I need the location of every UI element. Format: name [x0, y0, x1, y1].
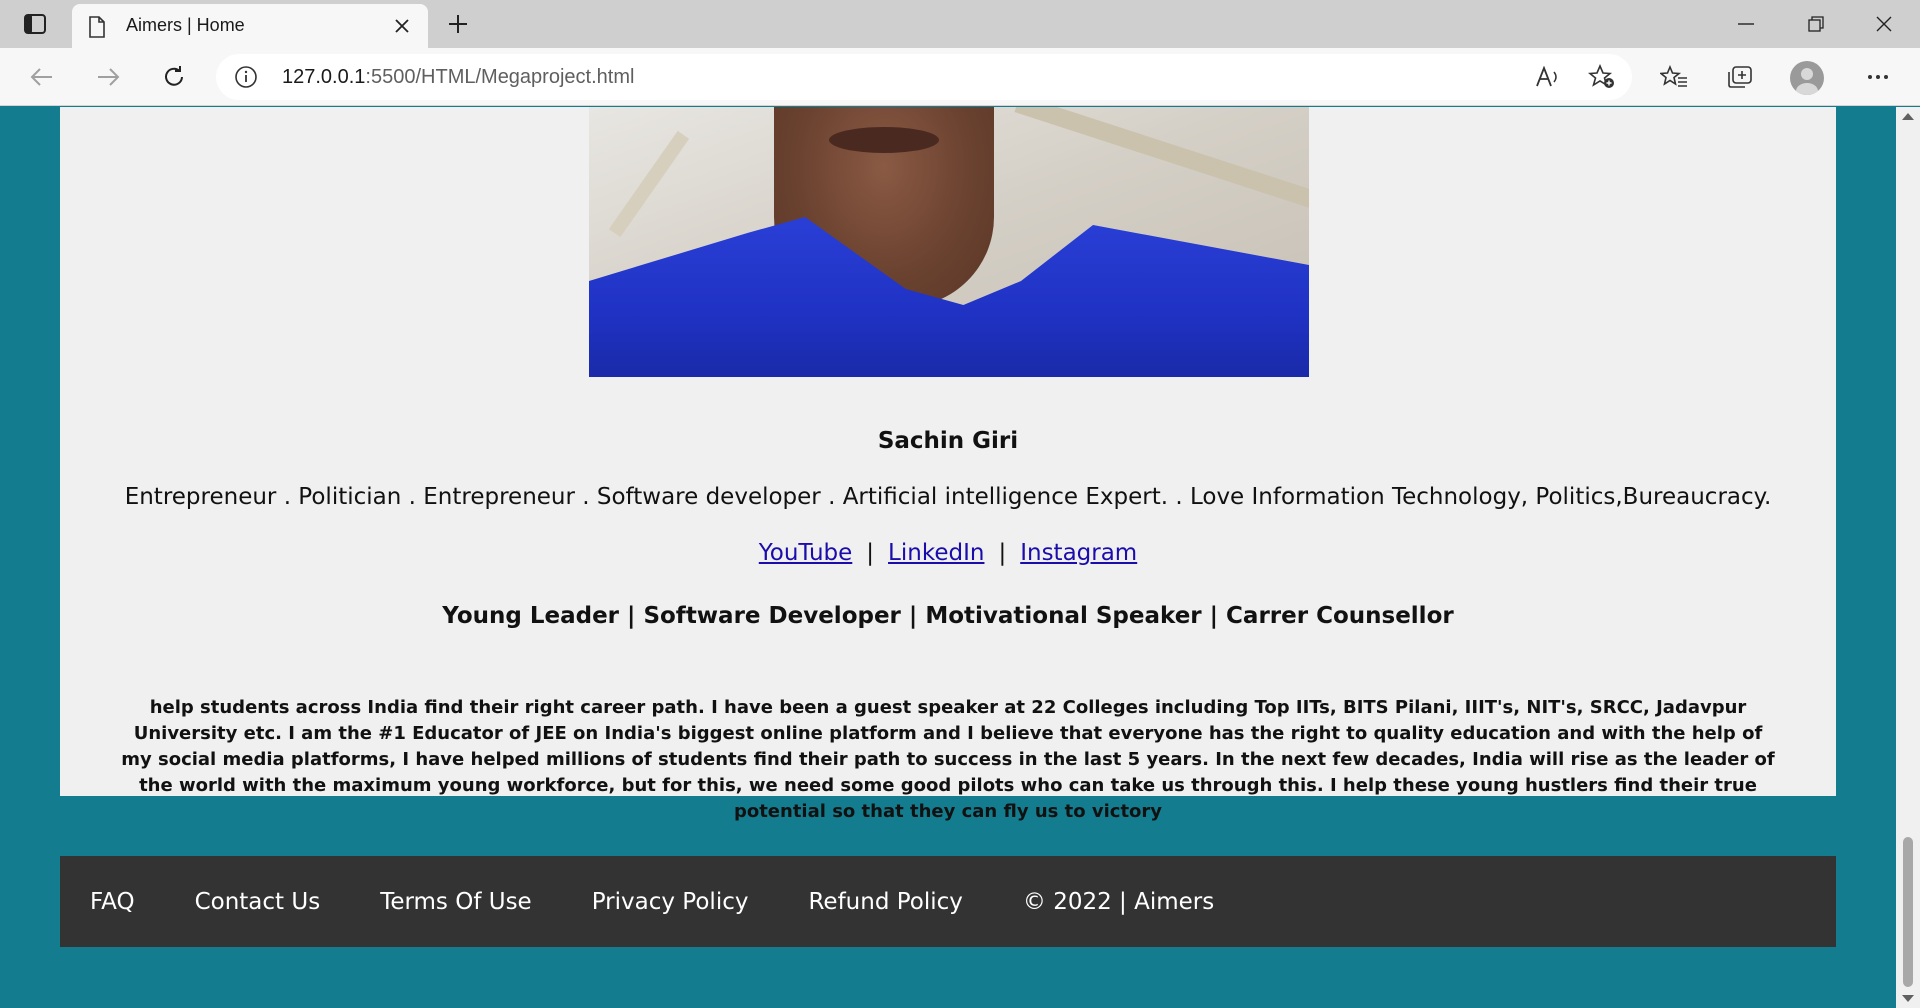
sidebar-icon[interactable] — [20, 11, 50, 37]
restore-icon[interactable] — [1794, 8, 1838, 40]
profile-bio: help students across India find their ri… — [121, 697, 1775, 822]
profile-photo — [589, 107, 1309, 377]
profile-name: Sachin Giri — [877, 428, 1019, 454]
url-path: :5500/HTML/Megaproject.html — [365, 66, 635, 88]
profile-card: Sachin Giri Entrepreneur . Politician . … — [60, 107, 1836, 822]
tab-title: Aimers | Home — [126, 15, 245, 35]
forward-icon[interactable] — [90, 59, 126, 95]
youtube-link[interactable]: YouTube — [759, 540, 853, 566]
url-host: 127.0.0.1 — [282, 66, 366, 88]
close-icon[interactable] — [388, 12, 416, 40]
vertical-scrollbar[interactable] — [1896, 107, 1920, 1008]
linkedin-link[interactable]: LinkedIn — [888, 540, 984, 566]
url-text: 127.0.0.1:5500/HTML/Megaproject.html — [282, 66, 634, 89]
instagram-link[interactable]: Instagram — [1020, 540, 1137, 566]
scroll-up-icon[interactable] — [1902, 113, 1914, 120]
url-field[interactable]: 127.0.0.1:5500/HTML/Megaproject.html — [216, 54, 1632, 100]
profile-icon[interactable] — [1790, 61, 1824, 95]
collections-icon[interactable] — [1722, 59, 1758, 95]
tab-bar: Aimers | Home — [0, 0, 1920, 48]
site-footer: FAQ Contact Us Terms Of Use Privacy Poli… — [60, 856, 1836, 947]
minimize-icon[interactable] — [1724, 8, 1768, 40]
scroll-thumb[interactable] — [1903, 837, 1913, 987]
address-bar: 127.0.0.1:5500/HTML/Megaproject.html — [0, 48, 1920, 106]
add-favorite-icon[interactable] — [1584, 59, 1620, 95]
info-icon[interactable] — [234, 65, 258, 89]
link-separator: | — [998, 540, 1007, 566]
footer-link-terms-of-use[interactable]: Terms Of Use — [380, 889, 532, 915]
read-aloud-icon[interactable] — [1530, 59, 1566, 95]
more-icon[interactable] — [1860, 59, 1896, 95]
profile-tagline: Young Leader | Software Developer | Moti… — [442, 603, 1454, 629]
link-separator: | — [866, 540, 875, 566]
scroll-down-icon[interactable] — [1902, 995, 1914, 1002]
social-links: YouTube | LinkedIn | Instagram — [60, 540, 1836, 566]
favorites-icon[interactable] — [1656, 59, 1692, 95]
back-icon[interactable] — [24, 59, 60, 95]
footer-copyright: © 2022 | Aimers — [1022, 888, 1215, 915]
window-close-icon[interactable] — [1862, 8, 1906, 40]
footer-link-refund-policy[interactable]: Refund Policy — [808, 889, 962, 915]
footer-link-faq[interactable]: FAQ — [90, 889, 135, 915]
plus-icon[interactable] — [442, 10, 474, 38]
active-tab[interactable]: Aimers | Home — [72, 4, 428, 48]
refresh-icon[interactable] — [156, 59, 192, 95]
page-viewport: Sachin Giri Entrepreneur . Politician . … — [0, 107, 1896, 1008]
footer-link-contact-us[interactable]: Contact Us — [195, 889, 321, 915]
profile-roles: Entrepreneur . Politician . Entrepreneur… — [124, 484, 1772, 510]
page-icon — [88, 16, 106, 38]
footer-link-privacy-policy[interactable]: Privacy Policy — [592, 889, 749, 915]
